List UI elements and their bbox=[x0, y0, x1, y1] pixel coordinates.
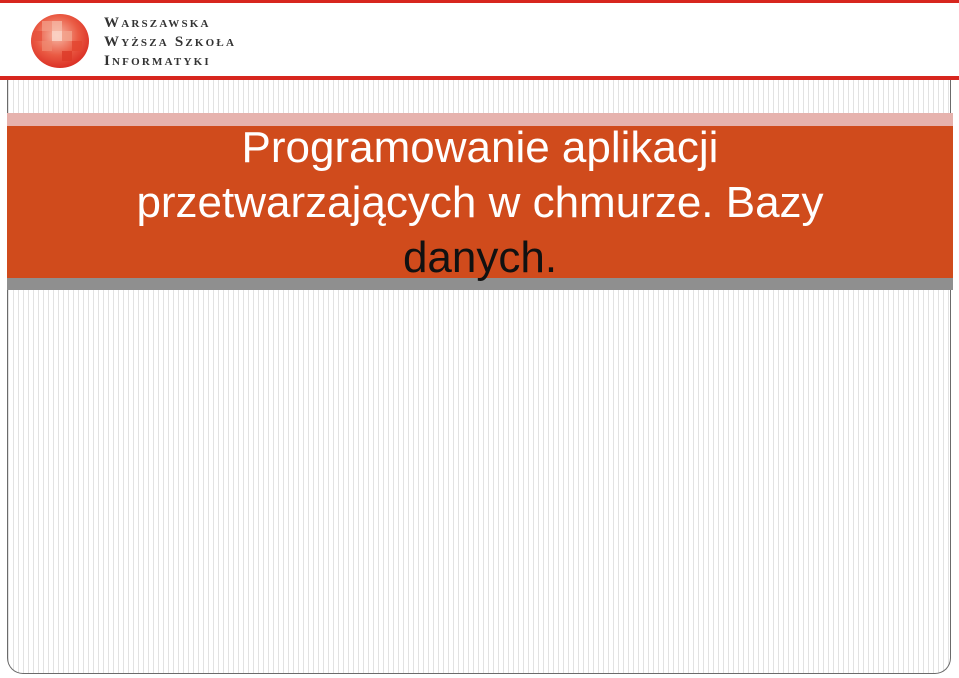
slide-title-line-3: danych. bbox=[402, 233, 558, 282]
slide-header: Warszawska Wyższa Szkoła Informatyki bbox=[0, 3, 959, 76]
slide-title: Programowanie aplikacji przetwarzających… bbox=[7, 120, 953, 285]
institution-name-line-1: Warszawska bbox=[104, 15, 211, 31]
wwsi-mosaic-logo-icon bbox=[31, 14, 89, 68]
institution-name: Warszawska Wyższa Szkoła Informatyki bbox=[104, 14, 236, 71]
institution-name-line-2: Wyższa Szkoła bbox=[104, 34, 237, 50]
slide-title-line-1: Programowanie aplikacji bbox=[241, 123, 719, 172]
slide: Warszawska Wyższa Szkoła Informatyki Pro… bbox=[0, 0, 959, 678]
institution-name-line-3: Informatyki bbox=[104, 53, 211, 69]
slide-title-line-2: przetwarzających w chmurze. Bazy bbox=[136, 178, 824, 227]
